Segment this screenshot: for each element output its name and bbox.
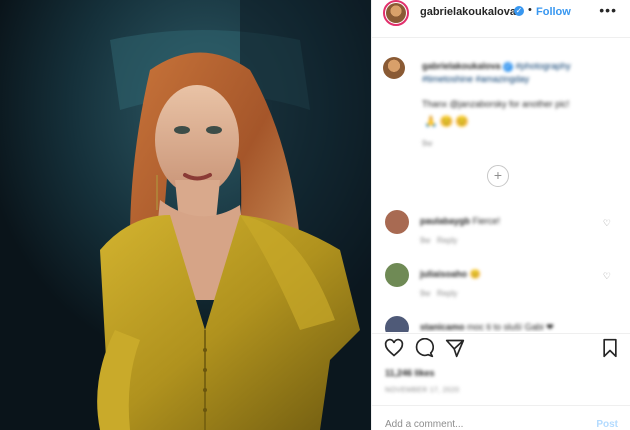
- add-comment-input[interactable]: Add a comment...: [385, 419, 463, 430]
- caption-text: gabrielakoukalova ✓ #photography #timeto…: [422, 60, 622, 86]
- post-photo[interactable]: [0, 0, 371, 430]
- comment-text: juliaisoaho 😊: [420, 269, 481, 280]
- commenter-avatar[interactable]: [385, 263, 409, 287]
- comment-item: paulabaygb Fierce! 9w Reply ♡: [372, 210, 630, 250]
- comment-body: Fierce!: [472, 216, 501, 226]
- comment-input-divider: [372, 405, 630, 406]
- comment-item: stanicamo moc ti to sluší Gabi ❤: [372, 316, 630, 332]
- more-options-icon[interactable]: •••: [599, 2, 617, 18]
- comment-text: paulabaygb Fierce!: [420, 216, 500, 226]
- caption-username[interactable]: gabrielakoukalova: [422, 61, 501, 71]
- caption-emojis: 🙏😊😊: [424, 116, 472, 128]
- commenter-avatar[interactable]: [385, 316, 409, 332]
- share-plane-icon[interactable]: [445, 338, 465, 358]
- follow-button[interactable]: Follow: [536, 6, 571, 18]
- caption-verified-icon: ✓: [503, 62, 514, 72]
- portrait-image: [0, 0, 371, 430]
- comment-body: moc ti to sluší Gabi ❤: [467, 322, 554, 332]
- post-comment-button[interactable]: Post: [596, 419, 618, 430]
- comment-text: stanicamo moc ti to sluší Gabi ❤: [420, 322, 554, 332]
- separator-dot: •: [528, 4, 532, 16]
- caption-thanks: Thanx @janzaborsky for another pic!: [422, 99, 570, 109]
- comment-meta: 9w Reply: [420, 289, 457, 298]
- caption-author-avatar[interactable]: [383, 57, 405, 79]
- author-username[interactable]: gabrielakoukalova: [420, 6, 516, 18]
- comment-body: 😊: [469, 269, 481, 279]
- actions-divider: [372, 333, 630, 334]
- comment-item: juliaisoaho 😊 9w Reply ♡: [372, 263, 630, 303]
- comment-age: 9w: [420, 289, 431, 298]
- comment-meta: 9w Reply: [420, 236, 457, 245]
- like-heart-icon[interactable]: [384, 338, 404, 358]
- comment-like-icon[interactable]: ♡: [603, 218, 611, 229]
- comment-like-icon[interactable]: ♡: [603, 271, 611, 282]
- post-sidebar: gabrielakoukalova ✓ • Follow ••• gabriel…: [371, 0, 630, 430]
- commenter-username[interactable]: juliaisoaho: [420, 269, 467, 279]
- caption-age: 9w: [422, 139, 433, 148]
- author-avatar[interactable]: [383, 0, 409, 26]
- comment-bubble-icon[interactable]: [414, 338, 434, 358]
- commenter-username[interactable]: stanicamo: [420, 322, 465, 332]
- header-divider: [372, 37, 630, 38]
- verified-badge-icon: ✓: [514, 6, 524, 16]
- post-date: NOVEMBER 17, 2020: [385, 387, 460, 394]
- reply-button[interactable]: Reply: [437, 236, 457, 245]
- reply-button[interactable]: Reply: [437, 289, 457, 298]
- commenter-avatar[interactable]: [385, 210, 409, 234]
- comment-age: 9w: [420, 236, 431, 245]
- likes-count[interactable]: 11,246 likes: [385, 368, 435, 378]
- save-bookmark-icon[interactable]: [600, 338, 620, 358]
- load-more-comments-button[interactable]: +: [487, 165, 509, 187]
- commenter-username[interactable]: paulabaygb: [420, 216, 470, 226]
- post-actions: [372, 338, 630, 364]
- post-header: gabrielakoukalova ✓ • Follow •••: [372, 0, 630, 26]
